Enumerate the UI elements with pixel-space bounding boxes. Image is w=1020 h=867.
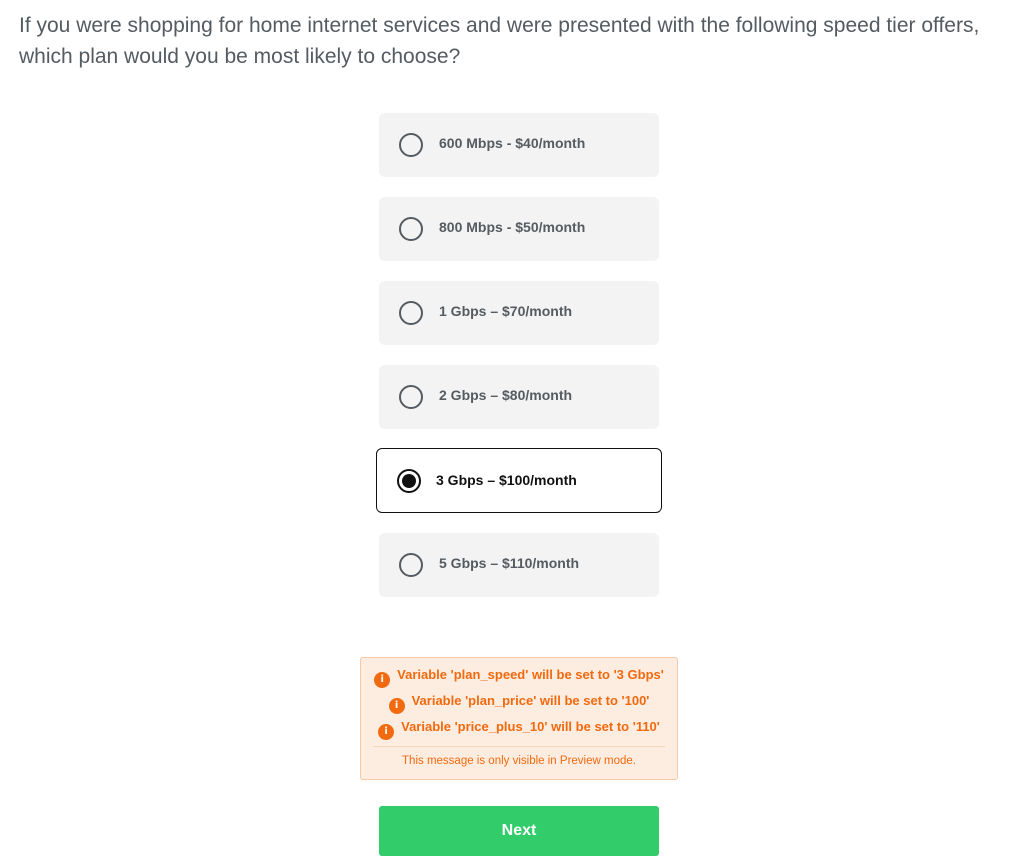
variable-message-text: Variable 'price_plus_10' will be set to … xyxy=(401,719,660,734)
question-text: If you were shopping for home internet s… xyxy=(19,14,980,68)
info-icon: i xyxy=(378,724,395,740)
radio-button[interactable] xyxy=(399,301,423,325)
option-1gbps[interactable]: 1 Gbps – $70/month xyxy=(379,281,659,345)
radio-button-selected[interactable] xyxy=(397,469,421,493)
survey-page: If you were shopping for home internet s… xyxy=(0,0,1020,867)
radio-button[interactable] xyxy=(399,133,423,157)
variable-message-text: Variable 'plan_price' will be set to '10… xyxy=(411,693,650,708)
radio-button[interactable] xyxy=(399,217,423,241)
option-label: 1 Gbps – $70/month xyxy=(439,303,573,319)
radio-button[interactable] xyxy=(399,553,423,577)
info-icon: i xyxy=(388,698,405,714)
next-button[interactable]: Next xyxy=(379,806,659,856)
option-label: 2 Gbps – $80/month xyxy=(439,387,573,403)
option-label: 3 Gbps – $100/month xyxy=(436,472,577,488)
radio-button[interactable] xyxy=(399,385,423,409)
preview-variables-notice: i Variable 'plan_speed' will be set to '3… xyxy=(360,657,678,780)
info-icon: i xyxy=(374,672,391,688)
option-5gbps[interactable]: 5 Gbps – $110/month xyxy=(379,533,659,597)
divider xyxy=(373,746,665,747)
variable-message-text: Variable 'plan_speed' will be set to '3 … xyxy=(397,667,664,682)
option-label: 5 Gbps – $110/month xyxy=(439,555,580,571)
variable-message: i Variable 'plan_price' will be set to '1… xyxy=(361,693,677,714)
variable-message: i Variable 'price_plus_10' will be set to… xyxy=(361,719,677,740)
option-2gbps[interactable]: 2 Gbps – $80/month xyxy=(379,365,659,429)
option-label: 800 Mbps - $50/month xyxy=(439,219,586,235)
option-label: 600 Mbps - $40/month xyxy=(439,135,586,151)
option-800mbps[interactable]: 800 Mbps - $50/month xyxy=(379,197,659,261)
option-3gbps[interactable]: 3 Gbps – $100/month xyxy=(376,448,662,513)
option-600mbps[interactable]: 600 Mbps - $40/month xyxy=(379,113,659,177)
variable-message: i Variable 'plan_speed' will be set to '3… xyxy=(361,667,677,688)
preview-mode-note: This message is only visible in Preview … xyxy=(402,755,636,767)
